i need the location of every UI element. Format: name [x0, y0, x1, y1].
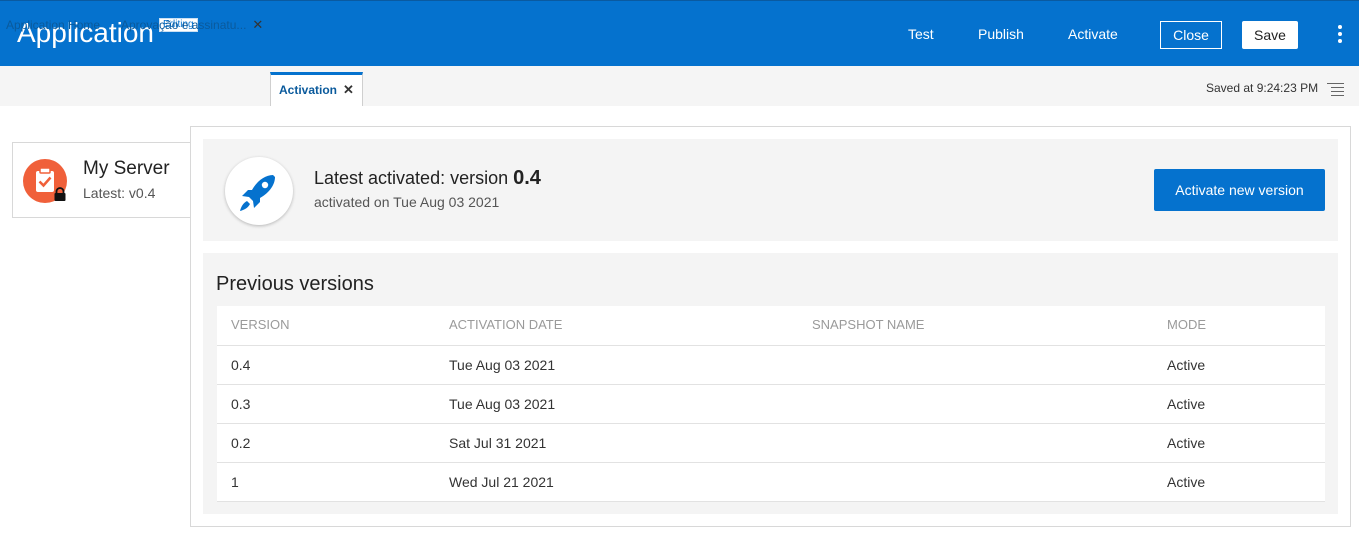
- table-row[interactable]: 1 Wed Jul 21 2021 Active: [217, 463, 1325, 502]
- activation-panel: Latest activated: version 0.4 activated …: [190, 126, 1351, 527]
- version-cell: 0.3: [231, 396, 251, 412]
- server-card[interactable]: My Server Latest: v0.4: [12, 142, 192, 218]
- test-link[interactable]: Test: [908, 26, 934, 42]
- table-row[interactable]: 0.2 Sat Jul 31 2021 Active: [217, 424, 1325, 463]
- tab-aprovacao[interactable]: Aprovação e assinatu... ✕: [121, 6, 263, 40]
- saved-status: Saved at 9:24:23 PM: [1206, 81, 1319, 95]
- previous-versions-title: Previous versions: [216, 273, 374, 295]
- mode-cell: Active: [1167, 474, 1206, 490]
- mode-cell: Active: [1167, 357, 1206, 373]
- tab-activation[interactable]: Activation ✕: [270, 72, 363, 106]
- table-header: VERSION ACTIVATION DATE SNAPSHOT NAME MO…: [217, 306, 1325, 346]
- server-name: My Server: [83, 158, 170, 179]
- tab-bar: [0, 66, 1359, 106]
- date-cell: Wed Jul 21 2021: [449, 474, 554, 490]
- versions-table: VERSION ACTIVATION DATE SNAPSHOT NAME MO…: [217, 306, 1325, 502]
- previous-versions-section: Previous versions VERSION ACTIVATION DAT…: [203, 253, 1338, 514]
- latest-activated-date: activated on Tue Aug 03 2021: [314, 194, 500, 210]
- column-header[interactable]: VERSION: [231, 306, 290, 344]
- lock-icon: [53, 187, 67, 201]
- latest-activated-title: Latest activated: version 0.4: [314, 167, 541, 190]
- close-icon[interactable]: ✕: [343, 82, 354, 97]
- date-cell: Tue Aug 03 2021: [449, 396, 556, 412]
- version-cell: 1: [231, 474, 239, 490]
- table-row[interactable]: 0.4 Tue Aug 03 2021 Active: [217, 346, 1325, 385]
- server-latest-version: Latest: v0.4: [83, 185, 156, 201]
- list-menu-icon[interactable]: [1327, 82, 1344, 96]
- mode-cell: Active: [1167, 435, 1206, 451]
- version-cell: 0.4: [231, 357, 251, 373]
- table-row[interactable]: 0.3 Tue Aug 03 2021 Active: [217, 385, 1325, 424]
- tab-label: Application Home: [6, 18, 101, 32]
- activate-link[interactable]: Activate: [1068, 26, 1118, 42]
- mode-cell: Active: [1167, 396, 1206, 412]
- column-header[interactable]: ACTIVATION DATE: [449, 306, 562, 344]
- date-cell: Tue Aug 03 2021: [449, 357, 556, 373]
- publish-link[interactable]: Publish: [978, 26, 1024, 42]
- date-cell: Sat Jul 31 2021: [449, 435, 547, 451]
- tab-label: Activation: [279, 83, 338, 97]
- close-button[interactable]: Close: [1160, 21, 1222, 49]
- latest-activation-box: Latest activated: version 0.4 activated …: [203, 139, 1338, 241]
- save-button[interactable]: Save: [1242, 21, 1298, 49]
- tab-application-home[interactable]: Application Home: [6, 6, 100, 40]
- latest-version: 0.4: [513, 167, 541, 189]
- activate-new-version-button[interactable]: Activate new version: [1154, 169, 1325, 211]
- version-cell: 0.2: [231, 435, 251, 451]
- kebab-menu-icon[interactable]: [1333, 25, 1347, 45]
- rocket-icon: [225, 157, 293, 225]
- column-header[interactable]: MODE: [1167, 306, 1206, 344]
- latest-prefix: Latest activated: version: [314, 168, 514, 188]
- column-header[interactable]: SNAPSHOT NAME: [812, 306, 924, 344]
- tab-label: Aprovação e assinatu...: [121, 18, 247, 32]
- close-icon[interactable]: ✕: [252, 17, 263, 32]
